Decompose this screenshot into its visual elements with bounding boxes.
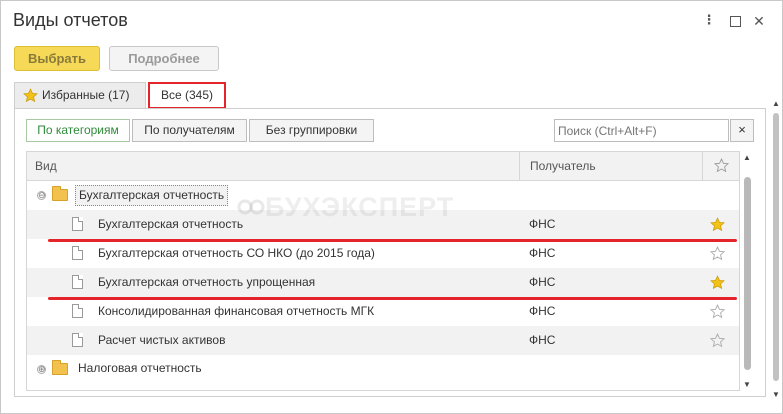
report-types-table: Вид Получатель ⊖ Бухгалтерская отчетност… — [26, 151, 740, 391]
highlight-underline — [48, 239, 737, 242]
table-row[interactable]: Консолидированная финансовая отчетность … — [27, 297, 739, 326]
tab-favorites[interactable]: Избранные (17) — [14, 82, 146, 109]
scroll-thumb[interactable] — [773, 113, 779, 381]
title-bar: Виды отчетов ⋮ ✕ — [1, 1, 782, 41]
scroll-up-icon[interactable]: ▲ — [772, 99, 780, 108]
group-row[interactable]: ⊕ Налоговая отчетность — [27, 355, 739, 384]
document-icon — [72, 304, 83, 318]
no-grouping-button[interactable]: Без группировки — [249, 119, 374, 142]
star-outline-icon — [714, 158, 729, 173]
document-icon — [72, 217, 83, 231]
report-types-window: Виды отчетов ⋮ ✕ Выбрать Подробнее Избра… — [0, 0, 783, 414]
star-icon[interactable] — [710, 275, 725, 290]
table-row[interactable]: Расчет чистых активов ФНС — [27, 326, 739, 355]
search-clear-button[interactable]: × — [730, 119, 754, 142]
more-options-icon[interactable]: ⋮ — [701, 13, 717, 29]
details-button[interactable]: Подробнее — [109, 46, 219, 71]
maximize-icon[interactable] — [727, 13, 743, 29]
document-icon — [72, 275, 83, 289]
row-name: Консолидированная финансовая отчетность … — [98, 304, 375, 318]
row-name: Бухгалтерская отчетность — [98, 217, 244, 231]
tab-all[interactable]: Все (345) — [148, 82, 226, 109]
star-icon[interactable] — [710, 217, 725, 232]
group-label: Бухгалтерская отчетность — [75, 185, 229, 206]
folder-icon — [52, 186, 68, 201]
row-recipient: ФНС — [529, 304, 556, 318]
star-outline-icon[interactable] — [710, 246, 725, 261]
star-outline-icon[interactable] — [710, 333, 725, 348]
column-header-name[interactable]: Вид — [35, 152, 57, 180]
collapse-icon[interactable]: ⊖ — [37, 191, 46, 200]
tab-panel: По категориям По получателям Без группир… — [14, 108, 766, 397]
select-button[interactable]: Выбрать — [14, 46, 100, 71]
window-scrollbar[interactable]: ▲ ▼ — [771, 99, 781, 399]
table-row[interactable]: Бухгалтерская отчетность упрощенная ФНС — [27, 268, 739, 297]
search-input[interactable] — [554, 119, 729, 142]
expand-icon[interactable]: ⊕ — [37, 365, 46, 374]
table-header: Вид Получатель — [27, 152, 739, 181]
scroll-up-icon[interactable]: ▲ — [743, 153, 751, 162]
column-header-recipient[interactable]: Получатель — [519, 152, 709, 180]
row-recipient: ФНС — [529, 333, 556, 347]
table-scrollbar[interactable]: ▲ ▼ — [742, 151, 753, 391]
group-by-category-button[interactable]: По категориям — [26, 119, 130, 142]
row-name: Бухгалтерская отчетность упрощенная — [98, 275, 316, 289]
folder-icon — [52, 360, 68, 375]
group-label: Налоговая отчетность — [78, 361, 202, 375]
table-row[interactable]: Бухгалтерская отчетность СО НКО (до 2015… — [27, 239, 739, 268]
row-name: Расчет чистых активов — [98, 333, 226, 347]
row-recipient: ФНС — [529, 246, 556, 260]
tab-favorites-label: Избранные (17) — [42, 88, 130, 102]
row-recipient: ФНС — [529, 217, 556, 231]
scroll-down-icon[interactable]: ▼ — [772, 390, 780, 399]
close-icon[interactable]: ✕ — [751, 13, 767, 29]
scroll-down-icon[interactable]: ▼ — [743, 380, 751, 389]
watermark-text: БУХЭКСПЕРТ — [265, 192, 455, 222]
group-by-recipient-button[interactable]: По получателям — [132, 119, 247, 142]
scroll-thumb[interactable] — [744, 177, 751, 370]
watermark-logo-icon — [237, 199, 265, 215]
document-icon — [72, 333, 83, 347]
window-title: Виды отчетов — [13, 10, 128, 30]
row-name: Бухгалтерская отчетность СО НКО (до 2015… — [98, 246, 375, 260]
star-icon — [23, 88, 38, 103]
star-outline-icon[interactable] — [710, 304, 725, 319]
row-recipient: ФНС — [529, 275, 556, 289]
document-icon — [72, 246, 83, 260]
column-header-favorite[interactable] — [702, 152, 739, 180]
highlight-underline — [48, 297, 737, 300]
